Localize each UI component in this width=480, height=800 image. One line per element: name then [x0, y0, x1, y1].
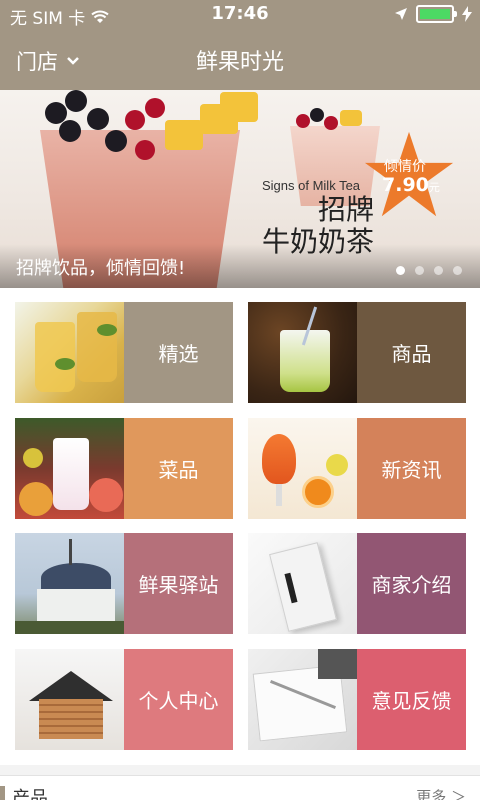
fruit-topping-small-image	[296, 104, 366, 134]
tile-label: 商品	[357, 302, 466, 403]
price-label: 倾情价	[384, 159, 426, 175]
carousel-dot[interactable]	[415, 266, 424, 275]
tile-label: 商家介绍	[357, 533, 466, 634]
tile-personal-center-label: 个人中心	[138, 689, 219, 713]
battery-fill	[420, 9, 450, 19]
tile-label: 精选	[124, 302, 233, 403]
tile-feedback-label: 意见反馈	[371, 689, 452, 713]
tile-label: 意见反馈	[357, 649, 466, 750]
tile-label: 菜品	[124, 418, 233, 519]
tile-fruit-station-label: 鲜果驿站	[138, 573, 219, 597]
status-right	[394, 5, 472, 23]
promo-banner[interactable]: Signs of Milk Tea 招牌 牛奶奶茶 倾情价 7.90元 招牌饮品…	[0, 90, 480, 288]
status-bar: 无 SIM 卡 17:46	[0, 0, 480, 30]
smoothie-fruit-photo	[15, 418, 124, 519]
section-title: 产品	[12, 788, 48, 800]
carousel-dot[interactable]	[434, 266, 443, 275]
products-section-header: 产品 更多 ＞	[0, 775, 480, 800]
banner-caption: 招牌饮品，倾情回馈!	[16, 258, 186, 279]
location-arrow-icon	[395, 8, 407, 20]
coin-house-photo	[15, 649, 124, 750]
price-unit: 元	[428, 181, 440, 194]
tile-label: 个人中心	[124, 649, 233, 750]
lime-drinks-photo	[15, 302, 124, 403]
tile-personal-center[interactable]: 个人中心	[15, 649, 233, 750]
page-title: 鲜果时光	[195, 50, 284, 75]
tile-products-label: 商品	[391, 342, 432, 366]
more-link[interactable]: 更多 ＞	[416, 786, 466, 800]
tile-fruit-station[interactable]: 鲜果驿站	[15, 533, 233, 634]
cocktail-photo	[248, 302, 357, 403]
tile-featured[interactable]: 精选	[15, 302, 233, 403]
carousel-dot[interactable]	[453, 266, 462, 275]
section-accent-bar	[0, 786, 5, 800]
carousel-dot[interactable]	[396, 266, 405, 275]
tile-products[interactable]: 商品	[248, 302, 466, 403]
tile-feedback[interactable]: 意见反馈	[248, 649, 466, 750]
tile-dishes-label: 菜品	[158, 458, 199, 482]
book-photo	[248, 533, 357, 634]
tile-news[interactable]: 新资讯	[248, 418, 466, 519]
fruit-topping-image	[35, 90, 258, 170]
carousel-indicator[interactable]	[396, 266, 462, 275]
building-photo	[15, 533, 124, 634]
tile-merchant-intro-label: 商家介绍	[371, 573, 452, 597]
price-number: 7.90	[382, 174, 429, 196]
tile-label: 鲜果驿站	[124, 533, 233, 634]
charging-icon	[462, 6, 472, 22]
notebook-photo	[248, 649, 357, 750]
category-grid: 精选 商品 菜品 新资讯 鲜果驿站 商家介绍 个人中心 意见反馈	[0, 288, 480, 765]
nav-bar: 门店 鲜果时光	[0, 30, 480, 90]
price-value: 7.90元	[382, 174, 440, 196]
tile-merchant-intro[interactable]: 商家介绍	[248, 533, 466, 634]
tile-featured-label: 精选	[158, 342, 199, 366]
battery-icon	[416, 5, 457, 23]
tile-dishes[interactable]: 菜品	[15, 418, 233, 519]
orange-juice-photo	[248, 418, 357, 519]
tile-news-label: 新资讯	[381, 458, 442, 482]
tile-label: 新资讯	[357, 418, 466, 519]
